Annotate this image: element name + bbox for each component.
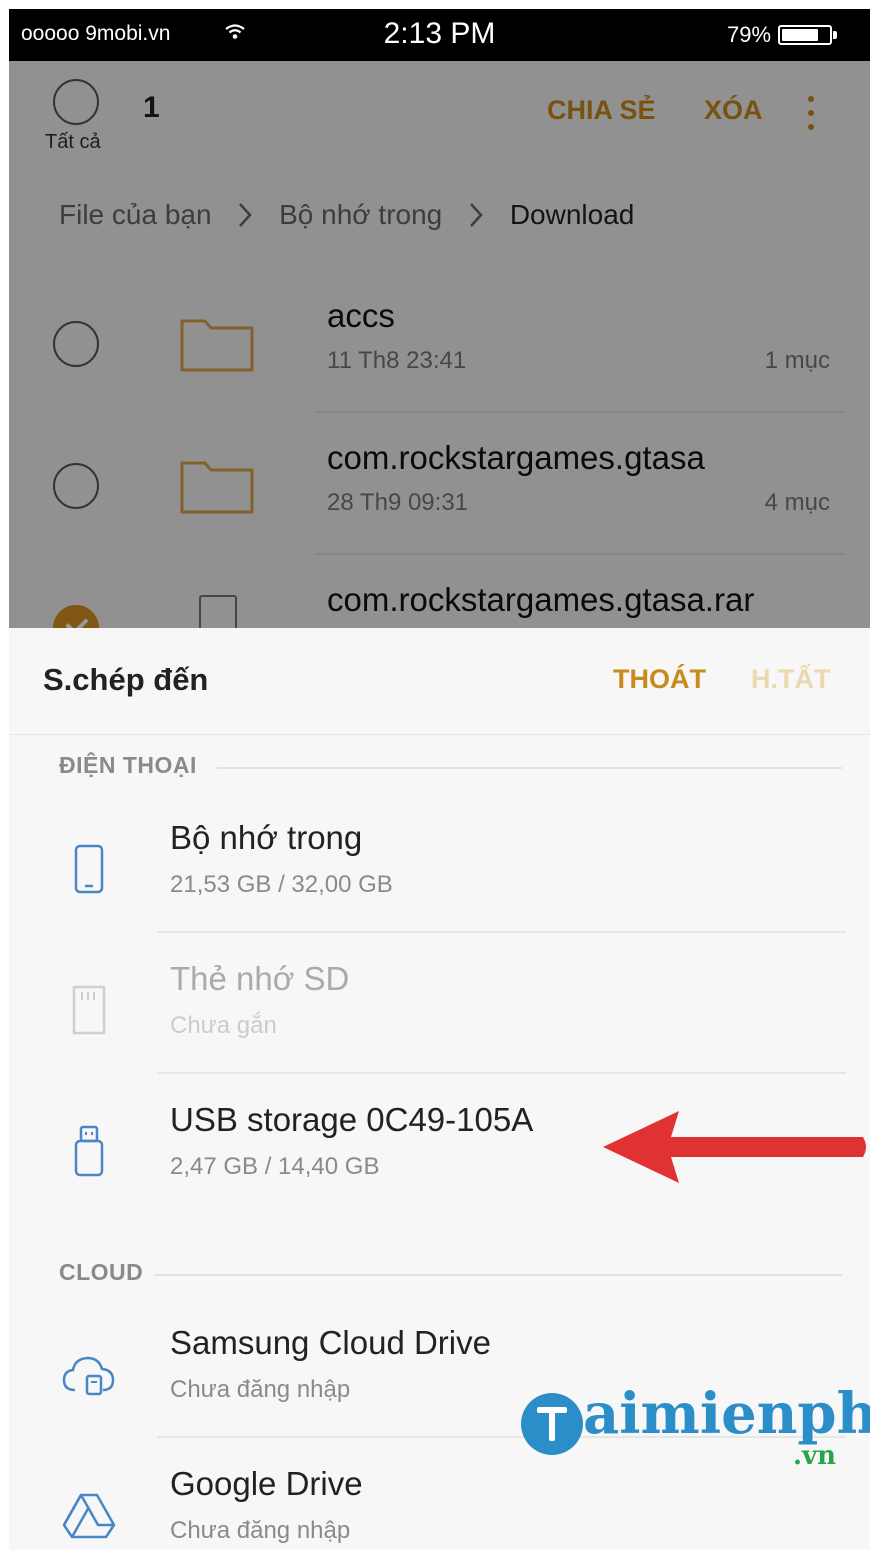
section-divider — [155, 1274, 842, 1276]
storage-item-title: Thẻ nhớ SD — [170, 960, 350, 997]
sheet-title: S.chép đến — [43, 662, 209, 697]
battery-percent: 79% — [727, 22, 772, 47]
taimienphi-logo-icon — [521, 1393, 583, 1455]
watermark-tld: .vn — [793, 1441, 837, 1471]
screen: ooooo 9mobi.vn 2:13 PM 79% Tất cả 1 CHIA… — [9, 9, 870, 1550]
phone-icon — [74, 844, 104, 894]
usb-icon — [74, 1125, 104, 1177]
section-divider — [217, 767, 842, 769]
divider — [157, 931, 846, 933]
google-drive-icon — [62, 1493, 116, 1539]
storage-item-title: USB storage 0C49-105A — [170, 1101, 534, 1138]
red-arrow-annotation — [603, 1111, 866, 1183]
divider — [157, 1072, 846, 1074]
storage-item-subtitle: 2,47 GB / 14,40 GB — [170, 1153, 380, 1180]
storage-item-title: Bộ nhớ trong — [170, 819, 363, 856]
storage-item-sd-card: Thẻ nhớ SD Chưa gắn — [9, 934, 870, 1074]
storage-item-title: Samsung Cloud Drive — [170, 1324, 491, 1361]
storage-item-subtitle: Chưa đăng nhập — [170, 1517, 351, 1544]
cloud-icon — [62, 1356, 115, 1396]
watermark-logo: aimienphi .vn — [521, 1381, 870, 1487]
storage-item-title: Google Drive — [170, 1465, 363, 1502]
storage-item-subtitle: 21,53 GB / 32,00 GB — [170, 871, 393, 898]
watermark-brand: aimienphi — [583, 1381, 870, 1447]
dim-overlay — [9, 61, 870, 628]
section-label-phone: ĐIỆN THOẠI — [59, 752, 197, 778]
divider — [9, 734, 870, 735]
cancel-button[interactable]: THOÁT — [613, 664, 706, 695]
storage-item-internal[interactable]: Bộ nhớ trong 21,53 GB / 32,00 GB — [9, 793, 870, 933]
storage-item-subtitle: Chưa đăng nhập — [170, 1376, 351, 1403]
done-button[interactable]: H.TẤT — [751, 664, 830, 695]
section-label-cloud: CLOUD — [59, 1259, 144, 1285]
battery-icon — [778, 25, 837, 45]
sd-card-icon — [72, 985, 106, 1035]
status-bar: ooooo 9mobi.vn 2:13 PM 79% — [9, 9, 870, 61]
storage-item-subtitle: Chưa gắn — [170, 1012, 277, 1039]
